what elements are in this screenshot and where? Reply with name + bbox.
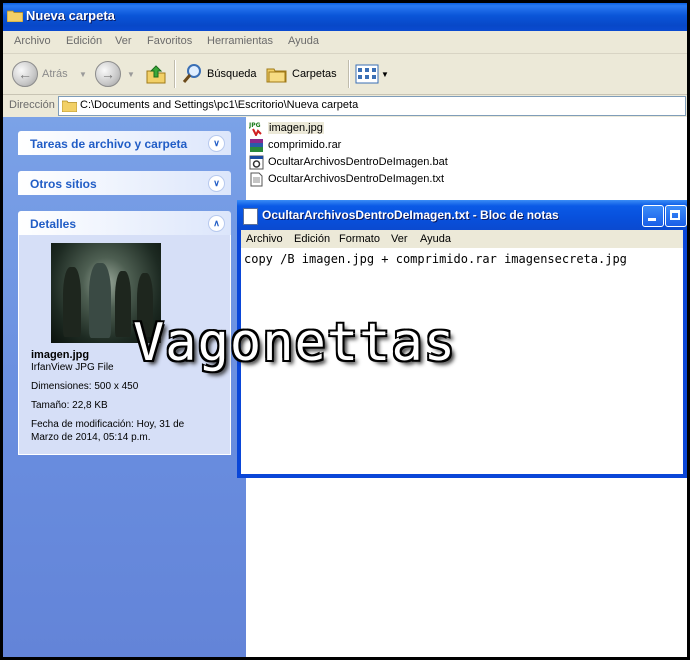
chevron-up-icon[interactable]: ∧ [208,215,225,232]
search-button[interactable]: Búsqueda [181,61,257,87]
minimize-button[interactable] [642,205,664,227]
back-dropdown-icon[interactable]: ▼ [79,61,87,87]
file-name: comprimido.rar [268,139,342,151]
folders-icon [266,68,287,83]
menu-favoritos[interactable]: Favoritos [147,35,192,47]
other-places-header[interactable]: Otros sitios ∨ [18,171,231,195]
rar-file-icon [250,138,263,152]
other-places-title: Otros sitios [30,177,97,191]
search-icon [182,64,201,83]
toolbar-separator [348,60,350,88]
file-item[interactable]: JPG imagen.jpg [249,120,324,136]
folders-label: Carpetas [292,68,337,80]
file-name: OcultarArchivosDentroDeImagen.txt [268,173,445,185]
address-path: C:\Documents and Settings\pc1\Escritorio… [80,99,359,111]
notepad-title: OcultarArchivosDentroDeImagen.txt - Bloc… [262,208,559,222]
address-label: Dirección [9,99,55,111]
file-name: OcultarArchivosDentroDeImagen.bat [268,156,448,168]
file-item[interactable]: comprimido.rar [249,137,341,153]
file-item[interactable]: OcultarArchivosDentroDeImagen.bat [249,154,448,170]
title-bar[interactable]: Nueva carpeta [3,3,687,31]
notepad-content: copy /B imagen.jpg + comprimido.rar imag… [244,252,627,266]
notepad-menu-bar: Archivo Edición Formato Ver Ayuda [241,230,683,248]
up-folder-icon [146,65,166,84]
maximize-button[interactable] [665,205,687,227]
explorer-window: Nueva carpeta Archivo Edición Ver Favori… [3,3,687,657]
chevron-down-icon[interactable]: ∨ [208,175,225,192]
notepad-title-bar[interactable]: OcultarArchivosDentroDeImagen.txt - Bloc… [237,200,687,230]
file-name: imagen.jpg [268,122,324,134]
details-dimensions: Dimensiones: 500 x 450 [31,381,139,392]
folders-button[interactable]: Carpetas [266,61,337,87]
details-title: Detalles [30,217,77,231]
folder-icon [62,100,77,112]
views-grid-icon [355,64,379,84]
menu-ayuda[interactable]: Ayuda [288,35,319,47]
other-places-panel[interactable]: Otros sitios ∨ [18,171,231,195]
details-header[interactable]: Detalles ∧ [18,211,231,235]
notepad-menu-ver[interactable]: Ver [391,233,408,245]
details-size: Tamaño: 22,8 KB [31,400,108,411]
back-label: Atrás [42,68,68,80]
window-title: Nueva carpeta [26,8,115,23]
menu-bar: Archivo Edición Ver Favoritos Herramient… [3,31,687,54]
views-dropdown-icon: ▼ [381,69,389,79]
forward-dropdown-icon[interactable]: ▼ [127,61,135,87]
jpg-file-icon: JPG [249,122,262,136]
watermark-text: Vagonettas [133,313,457,373]
up-folder-button[interactable] [145,61,167,87]
toolbar: ← Atrás ▼ → ▼ Búsqueda Carpetas ▼ [3,54,687,95]
back-button[interactable]: ← Atrás [12,61,68,87]
notepad-menu-formato[interactable]: Formato [339,233,380,245]
folder-icon [7,10,23,22]
menu-herramientas[interactable]: Herramientas [207,35,273,47]
back-arrow-icon: ← [12,61,38,87]
file-tasks-header[interactable]: Tareas de archivo y carpeta ∨ [18,131,231,155]
notepad-menu-ayuda[interactable]: Ayuda [420,233,451,245]
notepad-menu-edicion[interactable]: Edición [294,233,330,245]
details-modified: Fecha de modificación: Hoy, 31 de [31,419,185,430]
search-label: Búsqueda [207,68,257,80]
notepad-icon [243,208,258,225]
menu-edicion[interactable]: Edición [66,35,102,47]
svg-text:JPG: JPG [249,122,261,129]
menu-ver[interactable]: Ver [115,35,132,47]
views-button[interactable]: ▼ [355,61,389,87]
menu-archivo[interactable]: Archivo [14,35,51,47]
notepad-menu-archivo[interactable]: Archivo [246,233,283,245]
task-pane: Tareas de archivo y carpeta ∨ Otros siti… [3,117,246,657]
maximize-icon [670,210,680,220]
details-modified-cont: Marzo de 2014, 05:14 p.m. [31,432,151,443]
forward-button[interactable]: → [95,61,121,87]
minimize-icon [648,218,656,221]
bat-file-icon [249,155,264,169]
forward-arrow-icon: → [95,61,121,87]
toolbar-separator [174,60,176,88]
file-tasks-title: Tareas de archivo y carpeta [30,137,188,151]
chevron-down-icon[interactable]: ∨ [208,135,225,152]
txt-file-icon [250,172,263,186]
address-input[interactable]: C:\Documents and Settings\pc1\Escritorio… [58,96,686,116]
file-item[interactable]: OcultarArchivosDentroDeImagen.txt [249,171,444,187]
address-bar: Dirección C:\Documents and Settings\pc1\… [3,95,687,117]
file-tasks-panel[interactable]: Tareas de archivo y carpeta ∨ [18,131,231,155]
